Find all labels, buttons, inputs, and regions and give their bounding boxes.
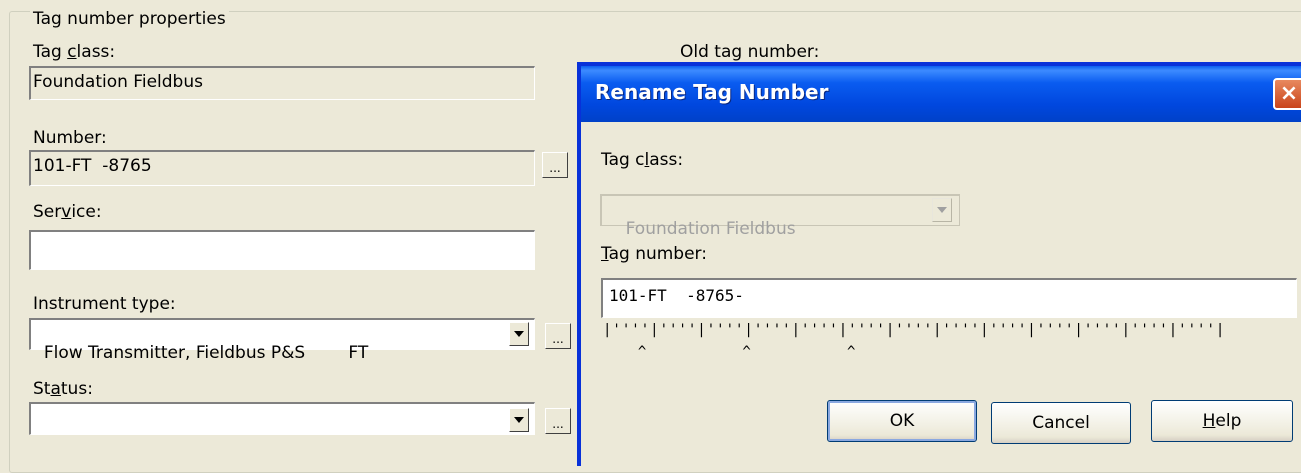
status-label: Status: (33, 379, 93, 399)
tag-number-ruler: |''''|''''|''''|''''|''''|''''|''''|''''… (603, 322, 1226, 338)
dialog-tag-class-value: Foundation Fieldbus (625, 219, 796, 239)
old-tag-number-label: Old tag number: (680, 42, 820, 62)
dialog-tag-number-label: Tag number: (601, 244, 707, 264)
instrument-type-browse-button[interactable]: ... (545, 323, 571, 349)
dialog-tag-number-input[interactable]: 101-FT -8765- (601, 278, 1297, 318)
dialog-titlebar[interactable]: Rename Tag Number × (581, 66, 1301, 122)
rename-tag-number-dialog: Rename Tag Number × Tag class: Foundatio… (577, 62, 1301, 466)
help-button[interactable]: Help (1151, 400, 1293, 442)
chevron-down-icon (514, 417, 524, 423)
number-field: 101-FT -8765 (29, 150, 535, 186)
service-label: Service: (33, 202, 102, 222)
close-icon: × (1279, 81, 1299, 106)
instrument-type-select[interactable]: Flow Transmitter, Fieldbus P&S FT (29, 318, 535, 363)
number-label: Number: (33, 128, 107, 148)
dialog-title: Rename Tag Number (595, 80, 829, 104)
instrument-type-dropdown-button[interactable] (509, 322, 529, 346)
dialog-tag-class-dropdown-button (932, 198, 952, 222)
tag-class-label: Tag class: (33, 42, 116, 62)
status-select[interactable] (29, 402, 535, 435)
status-dropdown-button[interactable] (509, 408, 529, 432)
cancel-button[interactable]: Cancel (991, 402, 1131, 444)
segment-markers: ^ ^ ^ (603, 344, 865, 360)
tag-class-field: Foundation Fieldbus (29, 66, 535, 100)
group-title: Tag number properties (30, 10, 229, 28)
chevron-down-icon (937, 207, 947, 213)
dialog-tag-class-label: Tag class: (601, 150, 684, 170)
ok-button[interactable]: OK (827, 400, 977, 442)
instrument-type-label: Instrument type: (33, 294, 176, 314)
number-browse-button[interactable]: ... (542, 152, 568, 178)
dialog-tag-class-select: Foundation Fieldbus (600, 194, 960, 239)
service-input[interactable] (29, 230, 535, 270)
status-browse-button[interactable]: ... (545, 408, 571, 434)
chevron-down-icon (514, 331, 524, 337)
instrument-type-value: Flow Transmitter, Fieldbus P&S FT (43, 343, 369, 363)
close-button[interactable]: × (1273, 78, 1301, 110)
